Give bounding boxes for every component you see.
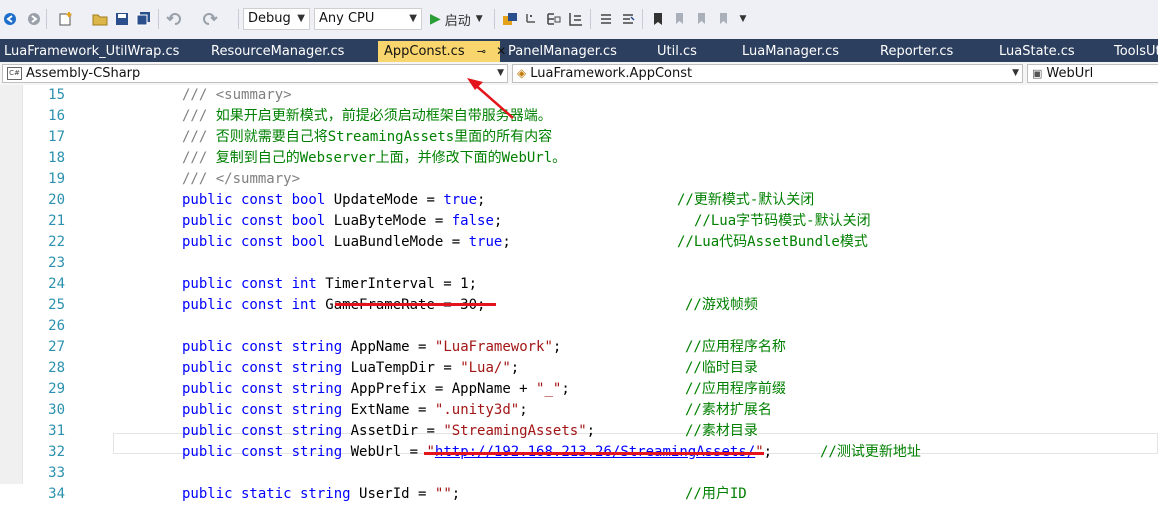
keyword: public static string	[182, 486, 351, 502]
string-literal: ""	[434, 486, 452, 502]
line-comment: //用户ID	[685, 486, 747, 502]
operator: =	[409, 486, 435, 502]
code-line[interactable]: 34 public static string UserId = ""; //用户I…	[0, 484, 1158, 505]
semicolon: ;	[451, 486, 461, 502]
identifier: UserId	[359, 486, 410, 502]
line-number: 34	[48, 486, 65, 502]
code-text: public static string UserId = "";	[182, 484, 460, 505]
annotation-arrow	[467, 78, 514, 119]
